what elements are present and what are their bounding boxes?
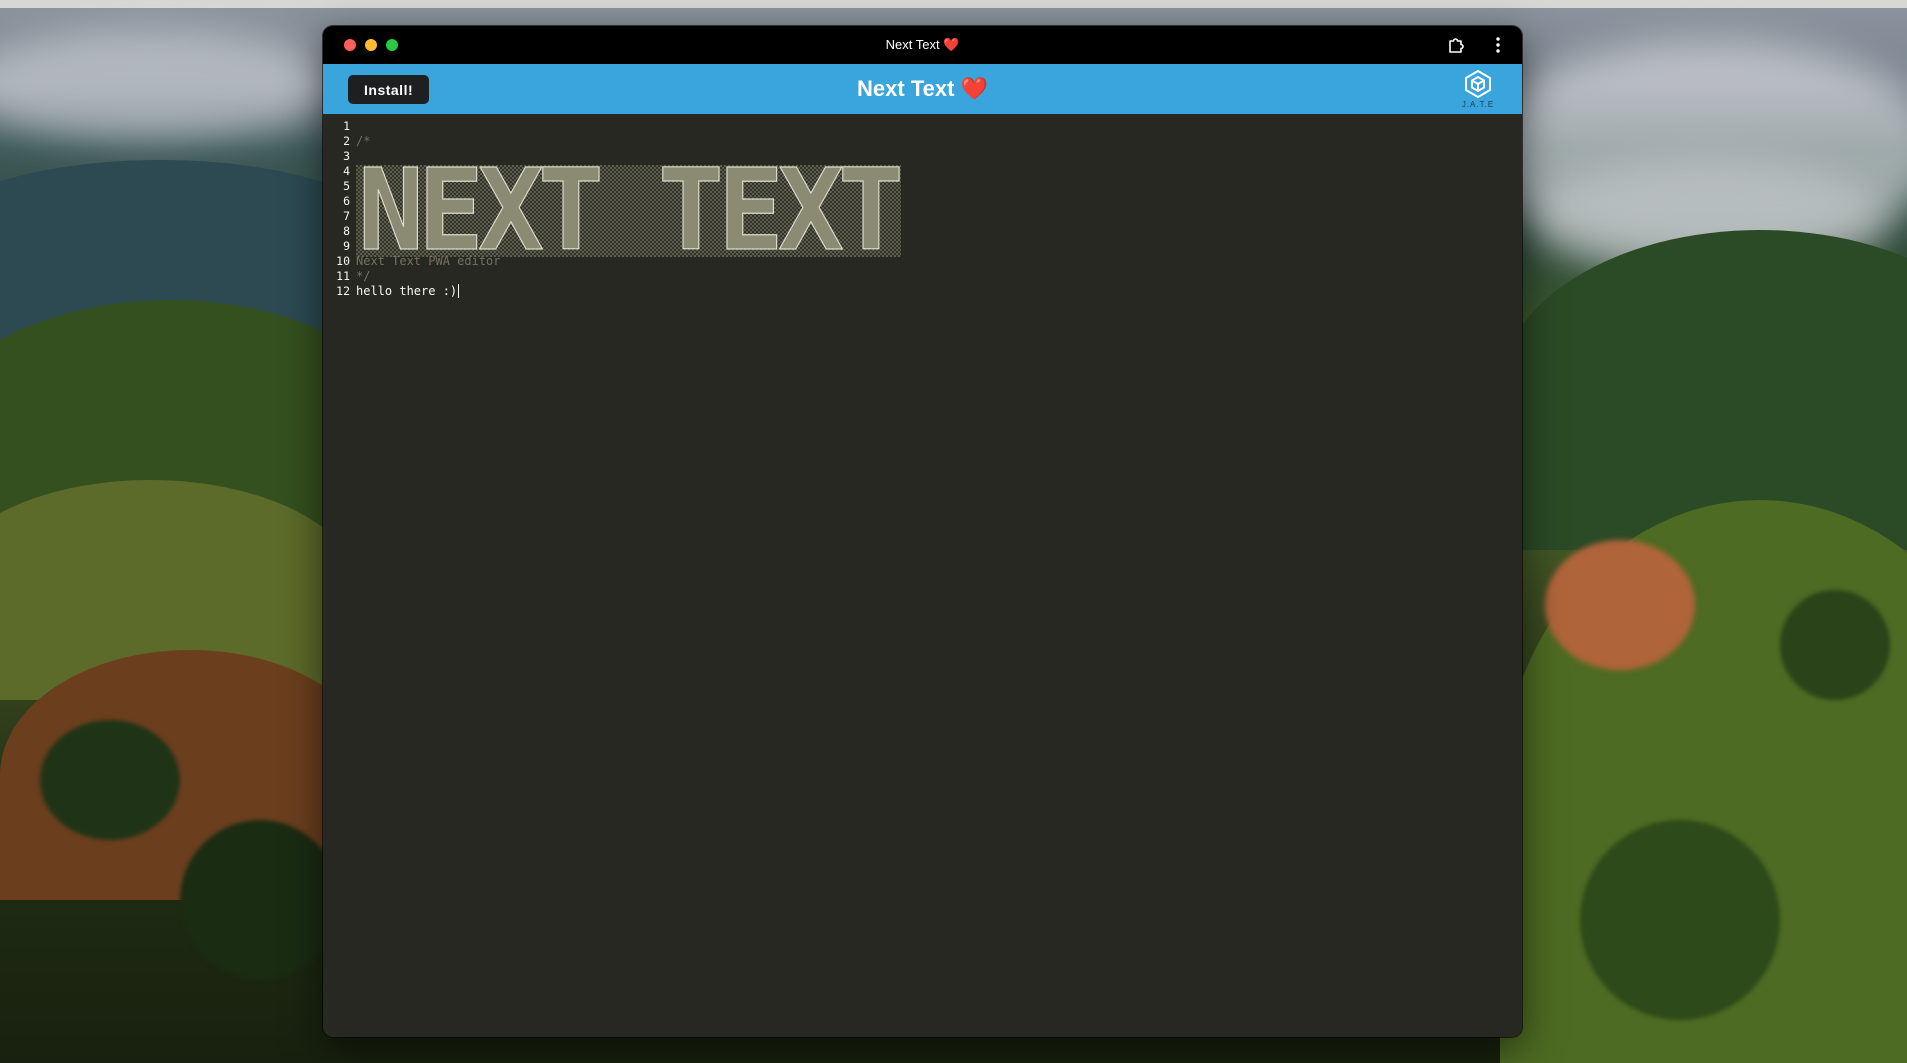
code-editor[interactable]: 1 2/* 3 4 5 6 7 8 9 10 Next Text PWA edit…	[323, 114, 1522, 1037]
ascii-art-banner: NEXT TEXT	[356, 165, 901, 257]
ascii-art-text: NEXT TEXT	[358, 165, 900, 257]
editor-line: 11 */	[323, 269, 1522, 284]
window-title: Next Text ❤️	[885, 37, 960, 52]
puzzle-icon[interactable]	[1446, 35, 1466, 55]
line-number: 7	[343, 209, 350, 223]
hexagon-cube-logo-icon	[1465, 69, 1491, 99]
editor-line: 3	[323, 149, 1522, 164]
editor-line: 1	[323, 119, 1522, 134]
window-controls	[344, 39, 398, 51]
line-number: 8	[343, 224, 350, 238]
minimize-window-button[interactable]	[365, 39, 377, 51]
logo-caption: J.A.T.E	[1461, 100, 1495, 109]
editor-line: 2 /*	[323, 134, 1522, 149]
line-text: */	[356, 269, 371, 283]
line-number: 9	[343, 239, 350, 253]
line-number: 11	[336, 269, 350, 283]
app-header: Install! Next Text ❤️ J.A.T.E	[323, 64, 1522, 114]
menu-bar	[0, 0, 1907, 8]
install-button[interactable]: Install!	[348, 75, 430, 104]
line-text: hello there :)	[356, 284, 458, 298]
line-number: 3	[343, 149, 350, 163]
line-number: 1	[343, 119, 350, 133]
close-window-button[interactable]	[344, 39, 356, 51]
window-titlebar: Next Text ❤️	[323, 26, 1522, 64]
kebab-menu-icon[interactable]	[1488, 35, 1508, 55]
line-number: 6	[343, 194, 350, 208]
text-cursor	[458, 284, 460, 298]
line-number: 2	[343, 134, 350, 148]
editor-line: 12 hello there :)	[323, 284, 1522, 299]
app-window: Next Text ❤️ Install! Next Text ❤️ J.A.T…	[323, 26, 1522, 1037]
line-number: 10	[336, 254, 350, 268]
line-number: 4	[343, 164, 350, 178]
line-number: 12	[336, 284, 350, 298]
app-title: Next Text ❤️	[857, 76, 988, 101]
app-logo: J.A.T.E	[1458, 69, 1498, 111]
line-text: /*	[356, 134, 371, 148]
line-number: 5	[343, 179, 350, 193]
zoom-window-button[interactable]	[386, 39, 398, 51]
